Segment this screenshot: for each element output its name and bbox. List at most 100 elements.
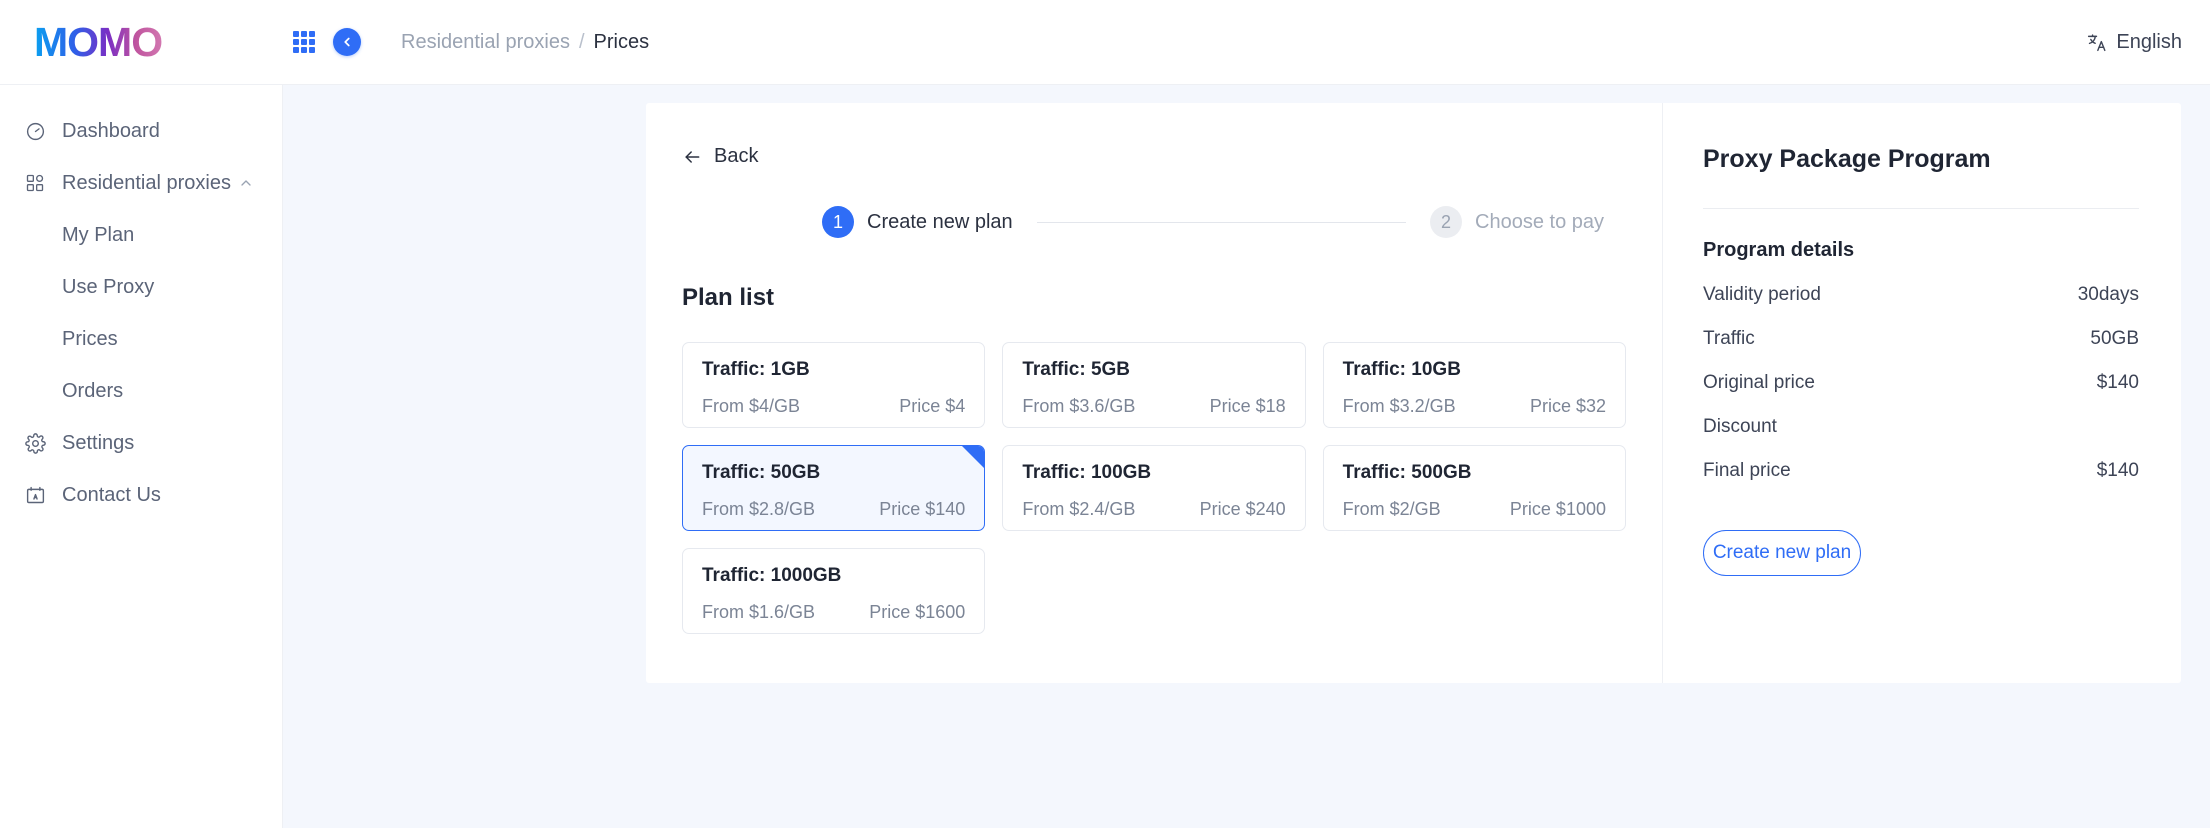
step-label: Choose to pay <box>1475 210 1604 233</box>
translate-icon <box>2088 34 2106 52</box>
plan-traffic: Traffic: 5GB <box>1022 359 1131 380</box>
plan-card-10gb[interactable]: Traffic: 10GB From $3.2/GB Price $32 <box>1322 342 1626 428</box>
gear-icon <box>24 432 46 454</box>
summary-key: Traffic <box>1703 328 1755 349</box>
plan-traffic: Traffic: 1000GB <box>702 565 842 586</box>
plan-card-5gb[interactable]: Traffic: 5GB From $3.6/GB Price $18 <box>1002 342 1306 428</box>
back-label: Back <box>714 145 759 167</box>
sidebar-item-orders[interactable]: Orders <box>0 365 282 417</box>
plan-traffic: Traffic: 1GB <box>702 359 810 380</box>
step-label: Create new plan <box>867 210 1013 233</box>
plan-traffic: Traffic: 10GB <box>1342 359 1461 380</box>
create-new-plan-button[interactable]: Create new plan <box>1703 530 1861 576</box>
sidebar-item-label: Residential proxies <box>62 171 231 194</box>
sidebar-item-label: Settings <box>62 431 135 454</box>
plan-card-1gb[interactable]: Traffic: 1GB From $4/GB Price $4 <box>682 342 986 428</box>
chevron-left-icon <box>344 37 350 47</box>
arrow-left-icon <box>685 150 700 163</box>
plan-unit-price: From $3.6/GB <box>1022 396 1136 416</box>
step-number: 2 <box>1430 206 1463 238</box>
sidebar-item-dashboard[interactable]: Dashboard <box>0 105 282 157</box>
top-bar-tools <box>283 0 361 85</box>
summary-key: Original price <box>1703 372 1815 393</box>
sidebar-item-label: Prices <box>62 327 118 350</box>
summary-key: Final price <box>1703 460 1791 481</box>
momo-logo: MOMO <box>34 18 163 65</box>
plan-total-price: Price $1600 <box>869 602 966 622</box>
summary-value: $140 <box>2096 372 2139 393</box>
plan-unit-price: From $3.2/GB <box>1342 396 1456 416</box>
sidebar-item-label: Contact Us <box>62 483 161 506</box>
step-connector-line <box>1036 221 1407 223</box>
plan-unit-price: From $2.4/GB <box>1022 499 1136 519</box>
step-indicator: 1 Create new plan 2 Choose to pay <box>682 206 1626 238</box>
sidebar-item-residential-proxies[interactable]: Residential proxies <box>0 157 282 209</box>
dashboard-gauge-icon <box>24 120 46 142</box>
program-summary-panel: Proxy Package Program Program details Va… <box>1663 103 2181 683</box>
summary-row-final-price: Final price $140 <box>1703 460 2139 482</box>
plan-creation-card: Back 1 Create new plan 2 Choose to pay P… <box>646 103 2181 683</box>
step-create-new-plan[interactable]: 1 Create new plan <box>822 206 1013 238</box>
plan-unit-price: From $2/GB <box>1342 499 1441 519</box>
sidebar-item-use-proxy[interactable]: Use Proxy <box>0 261 282 313</box>
chevron-up-icon[interactable] <box>238 175 254 191</box>
breadcrumb-separator: / <box>578 30 585 53</box>
step-number: 1 <box>822 206 854 238</box>
sidebar-item-label: Use Proxy <box>62 275 155 298</box>
plan-unit-price: From $2.8/GB <box>702 499 816 519</box>
summary-divider <box>1703 208 2139 209</box>
summary-value: $140 <box>2096 460 2139 481</box>
logo-zone: MOMO <box>0 0 283 85</box>
plan-card-50gb[interactable]: Traffic: 50GB From $2.8/GB Price $140 <box>682 445 986 531</box>
plan-total-price: Price $18 <box>1209 396 1286 416</box>
plan-traffic: Traffic: 500GB <box>1342 462 1472 483</box>
plan-total-price: Price $140 <box>879 499 966 519</box>
plan-card-500gb[interactable]: Traffic: 500GB From $2/GB Price $1000 <box>1322 445 1626 531</box>
plan-card-100gb[interactable]: Traffic: 100GB From $2.4/GB Price $240 <box>1002 445 1306 531</box>
plan-total-price: Price $240 <box>1199 499 1286 519</box>
sidebar-item-label: My Plan <box>62 223 135 246</box>
summary-title: Proxy Package Program <box>1703 145 1991 173</box>
breadcrumb-current: Prices <box>593 30 650 53</box>
sidebar-collapse-button[interactable] <box>333 28 361 56</box>
plan-traffic: Traffic: 50GB <box>702 462 821 483</box>
plan-card-1000gb[interactable]: Traffic: 1000GB From $1.6/GB Price $1600 <box>682 548 986 634</box>
sidebar-item-label: Orders <box>62 379 124 402</box>
plan-selection-panel: Back 1 Create new plan 2 Choose to pay P… <box>646 103 1663 683</box>
sidebar-item-label: Dashboard <box>62 119 160 142</box>
plan-total-price: Price $4 <box>899 396 966 416</box>
back-button[interactable]: Back <box>682 145 758 168</box>
plan-list-title: Plan list <box>682 284 775 311</box>
summary-row-traffic: Traffic 50GB <box>1703 328 2139 350</box>
sidebar: Dashboard Residential proxies My Plan Us… <box>0 85 283 828</box>
top-bar: MOMO Residential proxies / Prices Englis… <box>0 0 2210 85</box>
program-details-heading: Program details <box>1703 239 1855 261</box>
summary-row-validity-period: Validity period 30days <box>1703 284 2139 306</box>
summary-value: 50GB <box>2090 328 2139 349</box>
sidebar-item-my-plan[interactable]: My Plan <box>0 209 282 261</box>
summary-row-discount: Discount <box>1703 416 2139 438</box>
plan-total-price: Price $1000 <box>1509 499 1606 519</box>
sidebar-item-settings[interactable]: Settings <box>0 417 282 469</box>
grid-blocks-icon <box>24 172 46 194</box>
plan-traffic: Traffic: 100GB <box>1022 462 1152 483</box>
plan-total-price: Price $32 <box>1529 396 1606 416</box>
summary-row-original-price: Original price $140 <box>1703 372 2139 394</box>
plan-grid: Traffic: 1GB From $4/GB Price $4 Traffic… <box>682 342 1626 634</box>
step-choose-to-pay[interactable]: 2 Choose to pay <box>1430 206 1604 238</box>
language-selector[interactable]: English <box>2086 0 2192 85</box>
contact-card-icon <box>24 484 46 506</box>
summary-key: Validity period <box>1703 284 1821 305</box>
summary-value: 30days <box>2077 284 2139 305</box>
sidebar-item-prices[interactable]: Prices <box>0 313 282 365</box>
content-area: Back 1 Create new plan 2 Choose to pay P… <box>283 85 2210 828</box>
breadcrumb: Residential proxies / Prices <box>401 31 649 54</box>
sidebar-item-contact-us[interactable]: Contact Us <box>0 469 282 521</box>
grid-apps-icon[interactable] <box>293 31 315 53</box>
breadcrumb-parent[interactable]: Residential proxies <box>401 31 570 54</box>
plan-unit-price: From $1.6/GB <box>702 602 816 622</box>
plan-unit-price: From $4/GB <box>702 396 801 416</box>
language-label: English <box>2116 31 2182 53</box>
selected-corner-marker-icon <box>962 446 985 468</box>
summary-key: Discount <box>1703 416 1777 437</box>
